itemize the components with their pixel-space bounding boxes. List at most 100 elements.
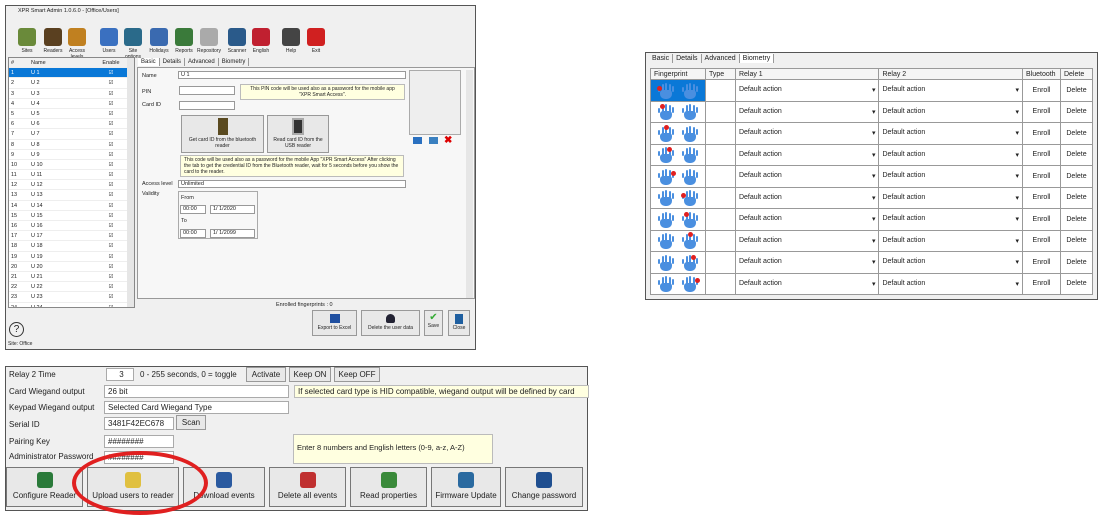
pairing-key-input[interactable]: ########	[104, 435, 174, 448]
fingerprint-row[interactable]: Default action ▾ Default action ▾ Enroll De…	[650, 229, 1094, 252]
user-row[interactable]: 15 U 15 ☑	[9, 211, 134, 221]
enroll-button[interactable]: Enroll	[1022, 122, 1061, 145]
firmware-update-button[interactable]: Firmware Update	[431, 467, 501, 507]
enroll-button[interactable]: Enroll	[1022, 79, 1061, 102]
tab-details[interactable]: Details	[160, 58, 186, 66]
dropdown-arrow-icon[interactable]: ▾	[872, 194, 876, 202]
tab-basic[interactable]: Basic	[649, 54, 674, 63]
fingerprint-cell[interactable]	[650, 122, 706, 145]
toolbar-holidays-button[interactable]: Holidays	[146, 28, 172, 54]
enable-checkbox[interactable]: ☑	[101, 180, 121, 189]
fingerprint-cell[interactable]	[650, 229, 706, 252]
delete-button[interactable]: Delete	[1059, 79, 1094, 102]
fingerprint-cell[interactable]	[650, 79, 706, 102]
delete-button[interactable]: Delete	[1059, 100, 1094, 123]
fingerprint-row[interactable]: Default action ▾ Default action ▾ Enroll De…	[650, 79, 1094, 102]
relay1-select[interactable]: Default action ▾	[734, 272, 880, 295]
user-row[interactable]: 11 U 11 ☑	[9, 170, 134, 181]
user-row[interactable]: 9 U 9 ☑	[9, 150, 134, 160]
fingerprint-cell[interactable]	[650, 272, 706, 295]
dropdown-arrow-icon[interactable]: ▾	[872, 237, 876, 245]
access-level-select[interactable]: Unlimited	[178, 180, 406, 188]
delete-button[interactable]: Delete	[1059, 165, 1094, 188]
configure-reader-button[interactable]: Configure Reader	[6, 467, 83, 507]
enable-checkbox[interactable]: ☑	[101, 109, 121, 118]
relay1-select[interactable]: Default action ▾	[734, 186, 880, 209]
dropdown-arrow-icon[interactable]: ▾	[1015, 258, 1019, 266]
keep-on-button[interactable]: Keep ON	[289, 367, 331, 382]
user-row[interactable]: 5 U 5 ☑	[9, 109, 134, 120]
enable-checkbox[interactable]: ☑	[101, 272, 121, 281]
scan-button[interactable]: Scan	[176, 415, 206, 430]
tab-basic[interactable]: Basic	[138, 58, 160, 66]
enable-checkbox[interactable]: ☑	[101, 282, 121, 291]
dropdown-arrow-icon[interactable]: ▾	[1015, 215, 1019, 223]
change-password-button[interactable]: Change password	[505, 467, 583, 507]
dropdown-arrow-icon[interactable]: ▾	[872, 215, 876, 223]
dropdown-arrow-icon[interactable]: ▾	[1015, 280, 1019, 288]
usb-card-button[interactable]: Read card ID from the USB reader	[267, 115, 329, 153]
to-time[interactable]: 00:00	[180, 229, 206, 238]
from-time[interactable]: 00:00	[180, 205, 206, 214]
user-row[interactable]: 6 U 6 ☑	[9, 119, 134, 130]
relay1-select[interactable]: Default action ▾	[734, 100, 880, 123]
dropdown-arrow-icon[interactable]: ▾	[1015, 151, 1019, 159]
dropdown-arrow-icon[interactable]: ▾	[872, 108, 876, 116]
tab-advanced[interactable]: Advanced	[702, 54, 740, 63]
user-row[interactable]: 21 U 21 ☑	[9, 272, 134, 283]
enroll-button[interactable]: Enroll	[1022, 272, 1061, 295]
enable-checkbox[interactable]: ☑	[101, 119, 121, 128]
toolbar-scanner-button[interactable]: Scanner	[224, 28, 250, 54]
delete-button[interactable]: Delete	[1059, 122, 1094, 145]
fingerprint-row[interactable]: Default action ▾ Default action ▾ Enroll De…	[650, 272, 1094, 295]
delete-button[interactable]: Delete	[1059, 229, 1094, 252]
from-date[interactable]: 1/ 1/2020	[210, 205, 255, 214]
user-row[interactable]: 23 U 23 ☑	[9, 292, 134, 303]
relay1-select[interactable]: Default action ▾	[734, 165, 880, 188]
enable-checkbox[interactable]: ☑	[101, 303, 121, 308]
delete-button[interactable]: Delete	[1059, 208, 1094, 231]
fingerprint-cell[interactable]	[650, 143, 706, 166]
enroll-button[interactable]: Enroll	[1022, 208, 1061, 231]
enable-checkbox[interactable]: ☑	[101, 99, 121, 108]
delete-button[interactable]: Delete	[1059, 251, 1094, 274]
relay2-select[interactable]: Default action ▾	[878, 251, 1023, 274]
help-icon[interactable]: ?	[9, 322, 24, 337]
toolbar-site-options-button[interactable]: Site options	[120, 28, 146, 60]
relay2-select[interactable]: Default action ▾	[878, 165, 1023, 188]
pin-input[interactable]	[179, 86, 235, 95]
keypad-wiegand-select[interactable]: Selected Card Wiegand Type	[104, 401, 289, 414]
enable-checkbox[interactable]: ☑	[101, 262, 121, 271]
fingerprint-row[interactable]: Default action ▾ Default action ▾ Enroll De…	[650, 208, 1094, 231]
photo-load-icon[interactable]	[413, 137, 422, 144]
dropdown-arrow-icon[interactable]: ▾	[1015, 237, 1019, 245]
delete-user-button[interactable]: Delete the user data	[361, 310, 420, 336]
enable-checkbox[interactable]: ☑	[101, 170, 121, 179]
relay2-select[interactable]: Default action ▾	[878, 272, 1023, 295]
serial-id-input[interactable]: 3481F42EC678	[104, 417, 174, 430]
toolbar-sites-button[interactable]: Sites	[14, 28, 40, 54]
user-row[interactable]: 12 U 12 ☑	[9, 180, 134, 191]
enroll-button[interactable]: Enroll	[1022, 186, 1061, 209]
fingerprint-cell[interactable]	[650, 100, 706, 123]
enable-checkbox[interactable]: ☑	[101, 252, 121, 261]
user-row[interactable]: 14 U 14 ☑	[9, 201, 134, 211]
toolbar-repository-button[interactable]: Repository	[196, 28, 222, 54]
dropdown-arrow-icon[interactable]: ▾	[872, 258, 876, 266]
relay2-select[interactable]: Default action ▾	[878, 100, 1023, 123]
user-row[interactable]: 24 U 24 ☑	[9, 303, 134, 308]
user-row[interactable]: 2 U 2 ☑	[9, 78, 134, 89]
toolbar-english-button[interactable]: English	[248, 28, 274, 54]
enable-checkbox[interactable]: ☑	[101, 241, 121, 250]
dropdown-arrow-icon[interactable]: ▾	[1015, 194, 1019, 202]
fingerprint-cell[interactable]	[650, 165, 706, 188]
toolbar-help-button[interactable]: Help	[278, 28, 304, 54]
toolbar-reports-button[interactable]: Reports	[171, 28, 197, 54]
enroll-button[interactable]: Enroll	[1022, 143, 1061, 166]
enable-checkbox[interactable]: ☑	[101, 129, 121, 138]
relay2-select[interactable]: Default action ▾	[878, 208, 1023, 231]
toolbar-exit-button[interactable]: Exit	[303, 28, 329, 54]
dropdown-arrow-icon[interactable]: ▾	[872, 151, 876, 159]
to-date[interactable]: 1/ 1/2099	[210, 229, 255, 238]
enable-checkbox[interactable]: ☑	[101, 201, 121, 210]
